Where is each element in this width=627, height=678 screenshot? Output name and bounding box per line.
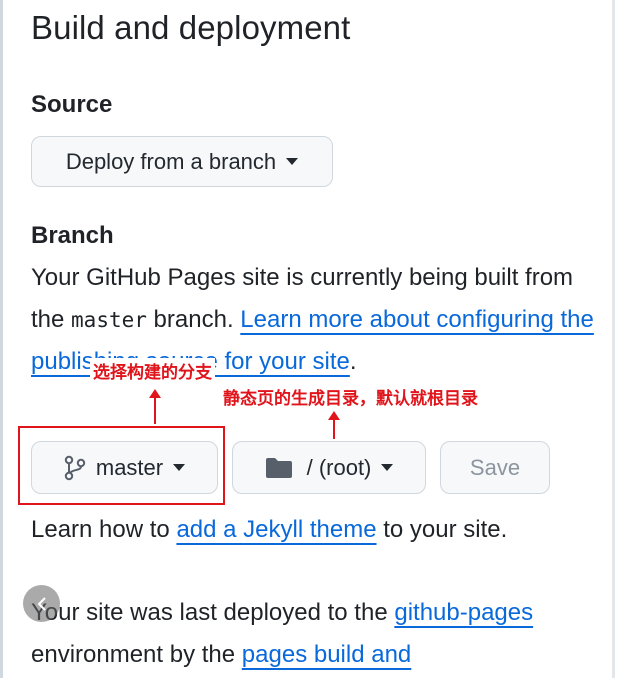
annotation-dir-note: 静态页的生成目录，默认就根目录 xyxy=(220,384,481,409)
jekyll-theme-link[interactable]: add a Jekyll theme xyxy=(176,516,376,543)
branch-heading: Branch xyxy=(31,222,114,249)
page-title: Build and deployment xyxy=(31,9,351,46)
pages-build-link[interactable]: pages build and xyxy=(242,641,411,668)
theme-line: Learn how to add a Jekyll theme to your … xyxy=(31,509,606,551)
git-branch-icon xyxy=(64,455,86,480)
folder-select-button[interactable]: / (root) xyxy=(232,441,426,494)
deploy-line-before: Your site was last deployed to the xyxy=(31,599,395,626)
caret-down-icon xyxy=(286,158,299,165)
branch-text-after: . xyxy=(349,348,357,375)
save-button-label: Save xyxy=(469,454,521,480)
theme-line-before: Learn how to xyxy=(31,516,177,543)
theme-line-after: to your site. xyxy=(376,516,508,543)
save-button[interactable]: Save xyxy=(440,441,550,494)
source-dropdown[interactable]: Deploy from a branch xyxy=(31,136,333,187)
deploy-line: Your site was last deployed to the githu… xyxy=(31,592,606,675)
back-button[interactable] xyxy=(23,585,60,622)
github-pages-link[interactable]: github-pages xyxy=(394,599,533,626)
source-heading: Source xyxy=(31,91,113,118)
annotation-branch-note: 选择构建的分支 xyxy=(90,358,215,383)
caret-down-icon xyxy=(381,464,394,471)
folder-select-label: / (root) xyxy=(306,454,372,480)
annotation-arrow-dir xyxy=(328,411,340,439)
left-border xyxy=(0,0,3,678)
folder-icon xyxy=(265,457,292,478)
branch-select-label: master xyxy=(95,454,164,480)
deploy-line-middle: environment by the xyxy=(31,640,242,668)
branch-select-button[interactable]: master xyxy=(31,441,218,494)
chevron-left-icon xyxy=(37,596,46,611)
branch-text-mid: branch. xyxy=(146,305,241,333)
annotation-arrow-branch xyxy=(149,389,161,424)
branch-code: master xyxy=(71,307,147,332)
right-border xyxy=(612,0,615,678)
source-dropdown-label: Deploy from a branch xyxy=(65,148,277,174)
caret-down-icon xyxy=(173,464,186,471)
